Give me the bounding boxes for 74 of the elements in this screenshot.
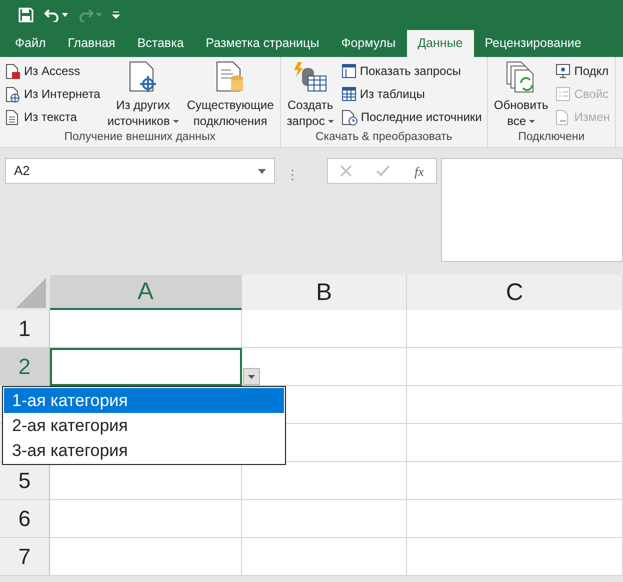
grid-cell[interactable] [407,462,623,500]
caret-icon [62,13,68,17]
ribbon-tab[interactable]: Рецензирование [474,30,592,57]
document-badge-icon [5,62,21,80]
column-header[interactable]: A [50,275,242,310]
save-icon [18,7,34,23]
ribbon-button[interactable]: Последние источники [338,106,484,128]
group-label: Получение внешних данных [63,130,217,145]
row-header[interactable]: 6 [0,500,50,538]
row-header[interactable]: 7 [0,538,50,576]
ribbon-button[interactable]: Из Access [3,60,102,82]
grip-icon [291,168,294,181]
row-header[interactable]: 2 [0,348,50,386]
grid-cell[interactable] [407,348,623,386]
ribbon-button[interactable]: Показать запросы [338,60,484,82]
ribbon-button[interactable]: Обновить все [490,60,552,129]
grid-cell[interactable] [407,310,623,348]
grid-cell[interactable] [242,500,407,538]
caret-icon [96,13,102,17]
redo-icon [78,8,94,22]
globe-document-icon [5,86,21,102]
caret-icon [258,168,266,174]
ribbon-tab[interactable]: Файл [4,30,57,57]
select-all-icon[interactable] [16,278,46,308]
name-box[interactable]: A2 [5,158,275,184]
column-header[interactable]: B [242,275,407,310]
table-icon [340,86,357,102]
ribbon-button[interactable]: Из текста [3,106,102,128]
ribbon-tab[interactable]: Вставка [126,30,195,57]
caret-icon [248,374,255,378]
undo-button[interactable] [44,8,68,22]
check-icon [376,165,390,178]
list-item[interactable]: 3-ая категория [4,438,284,463]
monitor-icon [555,63,572,79]
grid-cell[interactable] [50,538,242,576]
ribbon-button[interactable]: Существующие подключения [184,60,277,129]
close-icon [340,165,352,178]
grid-cell[interactable] [407,500,623,538]
ribbon-tab[interactable]: Главная [56,30,126,57]
grid-cell[interactable] [407,538,623,576]
insert-function-button[interactable]: fx [414,164,424,178]
list-item[interactable]: 2-ая категория [4,413,284,438]
ribbon-button[interactable]: Подкл [553,60,612,82]
group-label: Подключени [517,130,586,145]
active-cell[interactable] [50,348,242,386]
dropdown-button[interactable] [243,368,260,385]
customize-icon [112,11,120,19]
customize-button[interactable] [112,11,120,19]
ribbon-button[interactable]: Из других источников [104,60,182,129]
grid-cell[interactable] [50,310,242,348]
properties-icon [555,86,572,102]
column-header[interactable]: C [407,275,623,310]
grid-cell[interactable] [407,386,623,424]
ribbon-button[interactable]: Из таблицы [338,83,484,105]
row-header[interactable]: 5 [0,462,50,500]
ribbon-button[interactable]: Из Интернета [3,83,102,105]
window-icon [340,63,357,79]
document-clock-icon [340,108,358,126]
grid-cell[interactable] [242,310,407,348]
group-label: Скачать & преобразовать [314,130,454,145]
text-document-icon [5,108,21,126]
database-table-icon [292,60,328,94]
undo-icon [44,8,60,22]
list-item[interactable]: 1-ая категория [4,388,284,413]
ribbon-tab[interactable]: Данные [406,30,474,57]
grid-cell[interactable] [242,538,407,576]
ribbon-button[interactable]: Создать запрос [284,60,337,129]
grid-cell[interactable] [50,500,242,538]
ribbon-tab[interactable]: Разметка страницы [194,30,330,57]
grid-cell[interactable] [407,424,623,462]
row-header[interactable]: 1 [0,310,50,348]
ribbon-tab[interactable]: Формулы [330,30,407,57]
formula-field[interactable] [441,158,623,262]
save-button[interactable] [18,7,34,23]
